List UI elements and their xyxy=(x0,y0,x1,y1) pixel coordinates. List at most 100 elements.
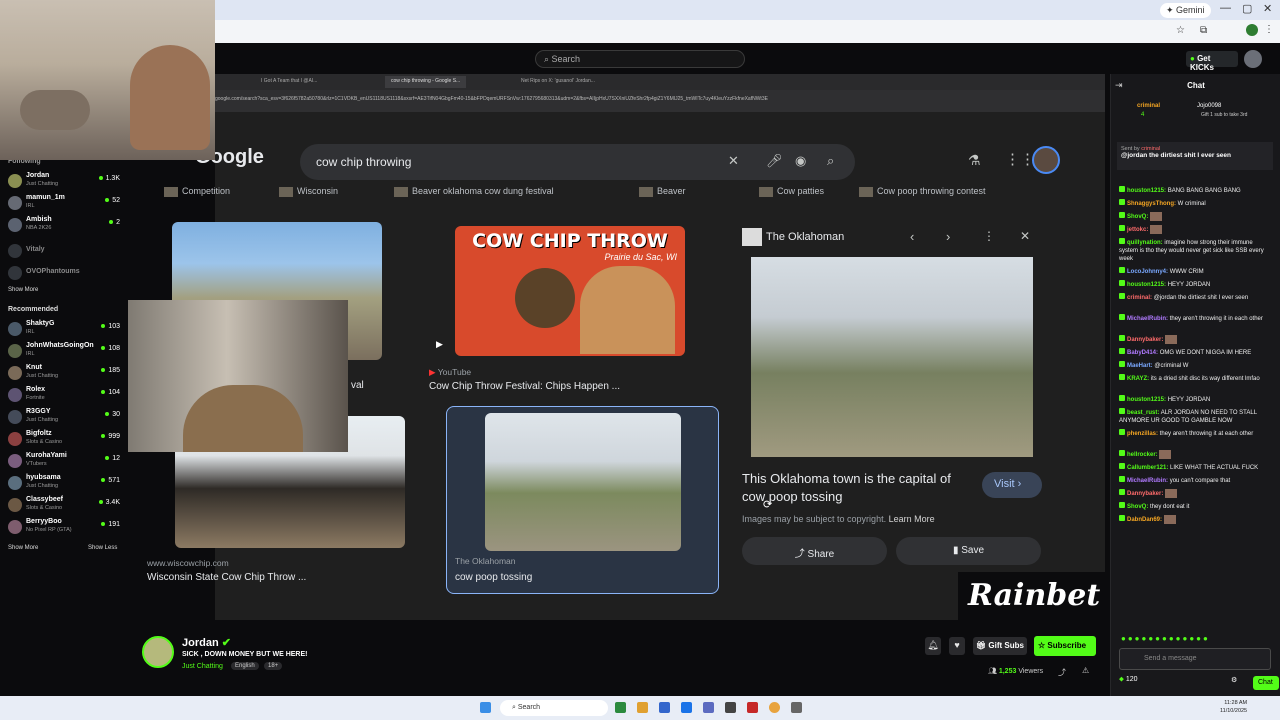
kick-search-input[interactable]: ⌕ Search xyxy=(535,50,745,68)
chat-username[interactable]: quillynation: xyxy=(1127,240,1163,246)
points-count[interactable]: 120 xyxy=(1126,676,1138,683)
channel-avatar[interactable] xyxy=(8,174,22,188)
visit-button[interactable]: Visit › xyxy=(982,472,1042,498)
chat-username[interactable]: Dannybaker: xyxy=(1127,337,1163,343)
chat-username[interactable]: MaeHart: xyxy=(1127,363,1153,369)
tab-active[interactable]: cow chip throwing - Google S... xyxy=(385,76,467,88)
filter-chip[interactable]: Competition xyxy=(160,184,234,200)
panel-main-image[interactable] xyxy=(751,257,1033,457)
profile-avatar[interactable] xyxy=(1246,24,1258,36)
calculator-icon[interactable] xyxy=(791,702,802,713)
channel-avatar[interactable] xyxy=(8,432,22,446)
taskbar-app-icon[interactable] xyxy=(659,702,670,713)
channel-avatar[interactable] xyxy=(8,266,22,280)
sidebar-item-kurohayami[interactable]: KurohaYami VTubers 12 xyxy=(0,450,124,472)
channel-avatar[interactable] xyxy=(8,244,22,258)
microphone-icon[interactable]: 🎤︎ xyxy=(766,153,783,169)
lens-icon[interactable]: ◉ xyxy=(795,153,806,169)
apps-grid-icon[interactable]: ⋮⋮ xyxy=(1005,150,1035,168)
channel-avatar[interactable] xyxy=(8,218,22,232)
channel-avatar[interactable] xyxy=(8,388,22,402)
chat-username[interactable]: BabyD414: xyxy=(1127,350,1158,356)
previous-icon[interactable]: ‹ xyxy=(910,229,914,244)
follow-heart-icon[interactable]: ♥ xyxy=(949,637,965,655)
filter-chip[interactable]: Beaver xyxy=(635,184,690,200)
channel-avatar[interactable] xyxy=(8,366,22,380)
tag-language[interactable]: English xyxy=(231,662,259,670)
panel-source[interactable]: The Oklahoman xyxy=(766,231,844,243)
taskbar-search[interactable]: ⌕ Search xyxy=(500,700,608,716)
minimize-icon[interactable]: — xyxy=(1220,2,1231,14)
chat-username[interactable]: criminal: xyxy=(1127,295,1152,301)
share-stream-icon[interactable]: ⤴ xyxy=(1058,667,1066,678)
channel-avatar[interactable] xyxy=(8,476,22,490)
tag-age[interactable]: 18+ xyxy=(264,662,283,670)
channel-avatar[interactable] xyxy=(8,454,22,468)
result-caption-wiscowchip[interactable]: Wisconsin State Cow Chip Throw ... xyxy=(147,572,306,583)
chat-username[interactable]: houston1215: xyxy=(1127,188,1166,194)
chat-username[interactable]: MichaelRubin: xyxy=(1127,478,1168,484)
result-card-selected[interactable]: The Oklahoman cow poop tossing xyxy=(446,406,719,594)
sidebar-item-knut[interactable]: Knut Just Chatting 185 xyxy=(0,362,124,384)
chat-username[interactable]: houston1215: xyxy=(1127,282,1166,288)
chat-username[interactable]: hellrocker: xyxy=(1127,452,1158,458)
outlook-icon[interactable] xyxy=(681,702,692,713)
close-panel-icon[interactable]: ✕ xyxy=(1020,229,1030,243)
user-avatar[interactable] xyxy=(1244,50,1262,68)
chrome-icon[interactable] xyxy=(769,702,780,713)
leader-1-name[interactable]: criminal xyxy=(1137,103,1160,109)
share-button[interactable]: ⤴ Share xyxy=(742,537,887,565)
chat-username[interactable]: houston1215: xyxy=(1127,397,1166,403)
send-chat-button[interactable]: Chat xyxy=(1253,676,1279,690)
chat-username[interactable]: MichaelRubin: xyxy=(1127,316,1168,322)
tab-1[interactable]: I Got A Team that I @AI... xyxy=(255,76,323,88)
taskbar-app-icon[interactable] xyxy=(725,702,736,713)
chat-username[interactable]: beast_rust: xyxy=(1127,410,1159,416)
sidebar-item-vitaly[interactable]: Vitaly xyxy=(0,240,124,262)
labs-icon[interactable]: ⚗︎ xyxy=(968,152,981,169)
learn-more-link[interactable]: Learn More xyxy=(889,514,935,524)
sidebar-item-bigfoltz[interactable]: Bigfoltz Slots & Casino 999 xyxy=(0,428,124,450)
chat-settings-icon[interactable]: ⚙ xyxy=(1231,676,1237,684)
bookmark-star-icon[interactable]: ☆ xyxy=(1176,25,1185,36)
google-address-bar[interactable]: google.com/search?sca_esv=3f626f5782a507… xyxy=(215,90,1105,112)
browser-menu-icon[interactable]: ⋮ xyxy=(1264,24,1274,35)
leader-2-name[interactable]: Jojo0098 xyxy=(1197,103,1221,109)
restore-icon[interactable]: ▢ xyxy=(1242,2,1252,15)
chat-username[interactable]: Dannybaker: xyxy=(1127,491,1163,497)
report-icon[interactable]: ⚠ xyxy=(1082,666,1089,675)
chat-username[interactable]: Callumber121: xyxy=(1127,465,1168,471)
sidebar-item-r3ggy[interactable]: R3GGY Just Chatting 30 xyxy=(0,406,124,428)
clear-icon[interactable]: ✕ xyxy=(728,153,739,169)
sidebar-item-rolex[interactable]: Rolex Fortnite 104 xyxy=(0,384,124,406)
show-more-button[interactable]: Show More xyxy=(8,287,38,293)
more-options-icon[interactable]: ⋮ xyxy=(983,229,995,243)
channel-avatar[interactable] xyxy=(8,196,22,210)
notification-bell-icon[interactable]: 🔔︎ xyxy=(925,637,941,655)
subscribe-button[interactable]: ☆ Subscribe xyxy=(1034,636,1096,656)
streamer-avatar[interactable] xyxy=(142,636,174,668)
chat-username[interactable]: ShovQ: xyxy=(1127,504,1148,510)
channel-avatar[interactable] xyxy=(8,520,22,534)
filter-chip[interactable]: Cow patties xyxy=(755,184,828,200)
sidebar-item-hyubsama[interactable]: hyubsama Just Chatting 571 xyxy=(0,472,124,494)
result-image-youtube[interactable]: COW CHIP THROW Prairie du Sac, WI xyxy=(455,226,685,356)
taskbar-app-icon[interactable] xyxy=(703,702,714,713)
filter-chip[interactable]: Wisconsin xyxy=(275,184,342,200)
extensions-icon[interactable]: ⧉ xyxy=(1200,25,1207,36)
chat-input[interactable]: Send a message xyxy=(1119,648,1271,670)
chat-username[interactable]: jettokc: xyxy=(1127,227,1148,233)
taskbar-app-icon[interactable] xyxy=(615,702,626,713)
show-more-recommended-button[interactable]: Show More xyxy=(8,545,38,551)
gemini-button[interactable]: ✦ Gemini xyxy=(1160,3,1211,18)
channel-avatar[interactable] xyxy=(8,344,22,358)
sidebar-item-mamun_1m[interactable]: mamun_1m IRL 52 xyxy=(0,192,124,214)
panel-title[interactable]: This Oklahoma town is the capital of cow… xyxy=(742,470,972,506)
sidebar-item-berryyboo[interactable]: BerryyBoo No Pixel RP (GTA) 191 xyxy=(0,516,124,538)
chat-username[interactable]: KRAYZ: xyxy=(1127,376,1149,382)
file-explorer-icon[interactable] xyxy=(637,702,648,713)
channel-avatar[interactable] xyxy=(8,410,22,424)
filter-chip[interactable]: Cow poop throwing contest xyxy=(855,184,990,200)
tab-3[interactable]: Net Rips on X: 'gusanol' Jordan... xyxy=(515,76,601,88)
chat-username[interactable]: LocoJohnny4: xyxy=(1127,269,1168,275)
